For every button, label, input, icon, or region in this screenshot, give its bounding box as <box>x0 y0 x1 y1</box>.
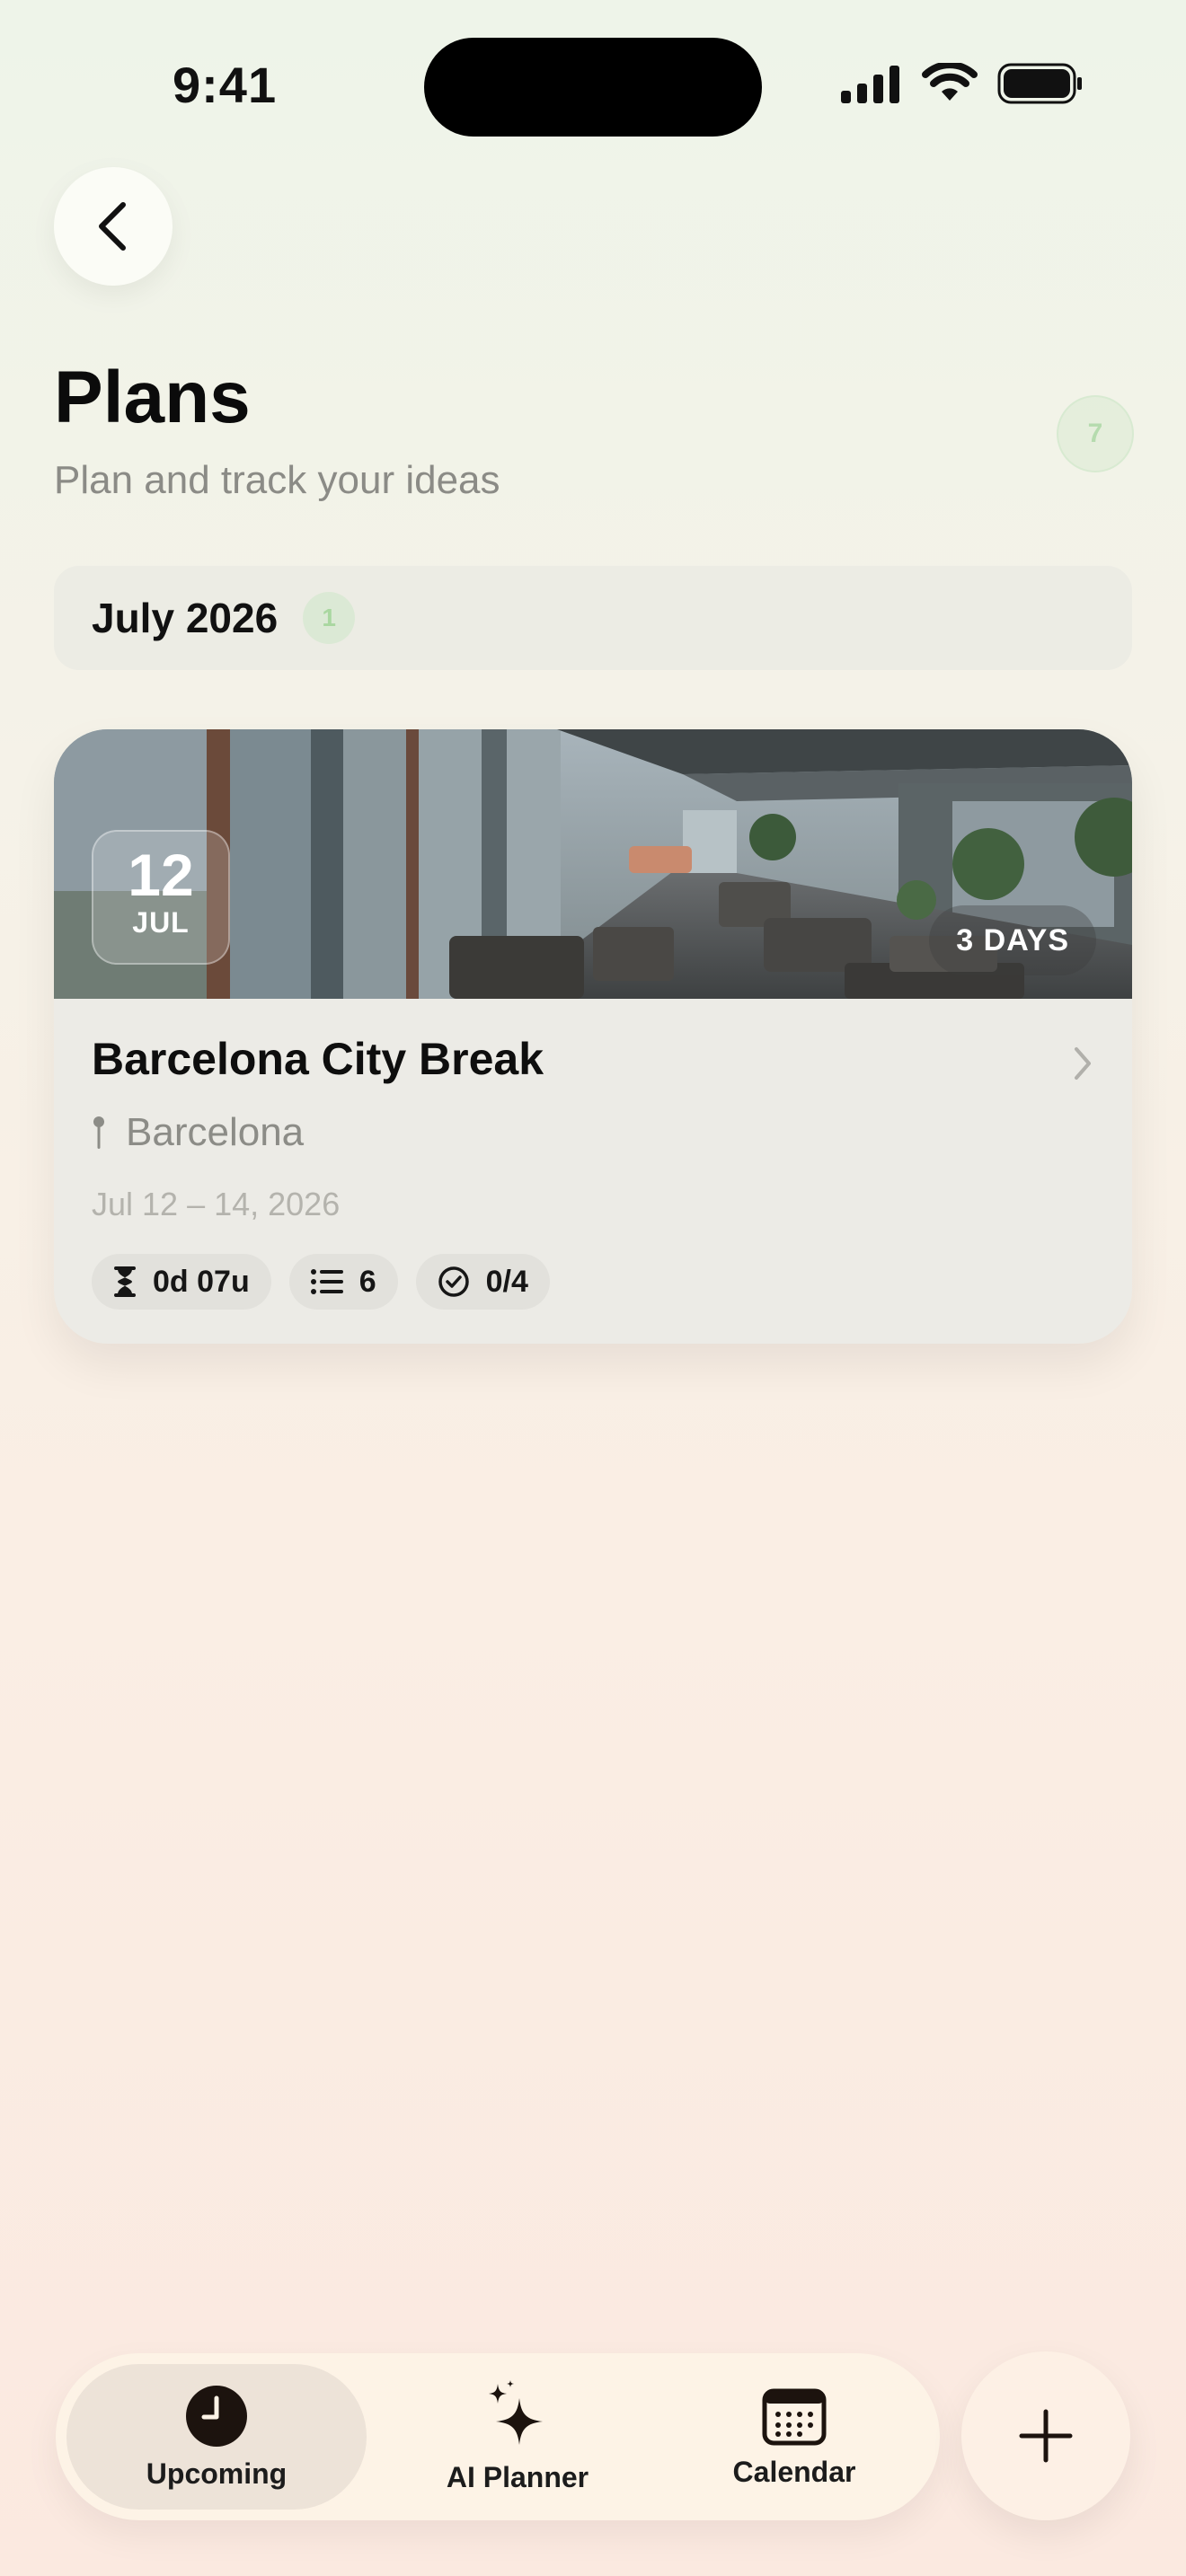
plan-card[interactable]: 12 JUL 3 DAYS Barcelona City Break Barce… <box>54 729 1132 1344</box>
plan-title: Barcelona City Break <box>92 1034 544 1084</box>
plus-icon <box>1019 2409 1073 2463</box>
items-chip: 6 <box>288 1254 398 1310</box>
month-section-header[interactable]: July 2026 1 <box>54 566 1132 670</box>
tab-upcoming-label: Upcoming <box>146 2457 288 2490</box>
page-title: Plans <box>54 357 251 438</box>
tab-bar: Upcoming AI Planner Calendar <box>56 2353 940 2520</box>
plans-count-badge: 7 <box>1057 395 1134 472</box>
date-day: 12 <box>128 842 194 908</box>
add-plan-button[interactable] <box>961 2351 1130 2520</box>
plan-dates: Jul 12 – 14, 2026 <box>92 1186 341 1222</box>
list-icon <box>310 1269 343 1294</box>
sparkles-icon <box>489 2379 543 2445</box>
back-button[interactable] <box>54 167 173 286</box>
clock-icon <box>186 2385 247 2447</box>
tasks-chip: 0/4 <box>415 1254 550 1310</box>
tab-ai-planner-label: AI Planner <box>446 2460 589 2493</box>
pin-icon <box>93 1116 104 1149</box>
duration-badge: 3 DAYS <box>929 905 1096 975</box>
plan-stats: 0d 07u 6 0/4 <box>92 1254 550 1310</box>
tab-upcoming[interactable]: Upcoming <box>66 2364 367 2510</box>
plan-location-label: Barcelona <box>126 1110 305 1154</box>
countdown-label: 0d 07u <box>153 1264 250 1299</box>
page-subtitle: Plan and track your ideas <box>54 458 500 502</box>
battery-icon <box>997 63 1082 104</box>
items-count-label: 6 <box>358 1264 376 1299</box>
plan-cover-photo: 12 JUL 3 DAYS <box>54 729 1132 999</box>
tab-calendar-label: Calendar <box>732 2455 856 2488</box>
status-icons <box>839 63 1084 104</box>
cellular-signal-icon <box>841 66 899 103</box>
tasks-progress-label: 0/4 <box>485 1264 528 1299</box>
tab-ai-planner[interactable]: AI Planner <box>399 2364 636 2510</box>
month-count-badge: 1 <box>303 592 356 644</box>
date-month: JUL <box>132 906 190 940</box>
date-chip: 12 JUL <box>92 830 230 965</box>
hourglass-icon <box>114 1266 136 1297</box>
chevron-right-icon <box>1075 1047 1091 1080</box>
wifi-icon <box>922 63 978 101</box>
chevron-left-icon <box>99 202 126 251</box>
calendar-icon <box>762 2388 827 2445</box>
month-label: July 2026 <box>92 595 279 641</box>
tab-calendar[interactable]: Calendar <box>676 2364 913 2510</box>
plan-location: Barcelona <box>92 1110 304 1155</box>
check-circle-icon <box>438 1266 469 1297</box>
dynamic-island <box>424 38 762 137</box>
status-time: 9:41 <box>173 57 278 113</box>
countdown-chip: 0d 07u <box>92 1254 271 1310</box>
